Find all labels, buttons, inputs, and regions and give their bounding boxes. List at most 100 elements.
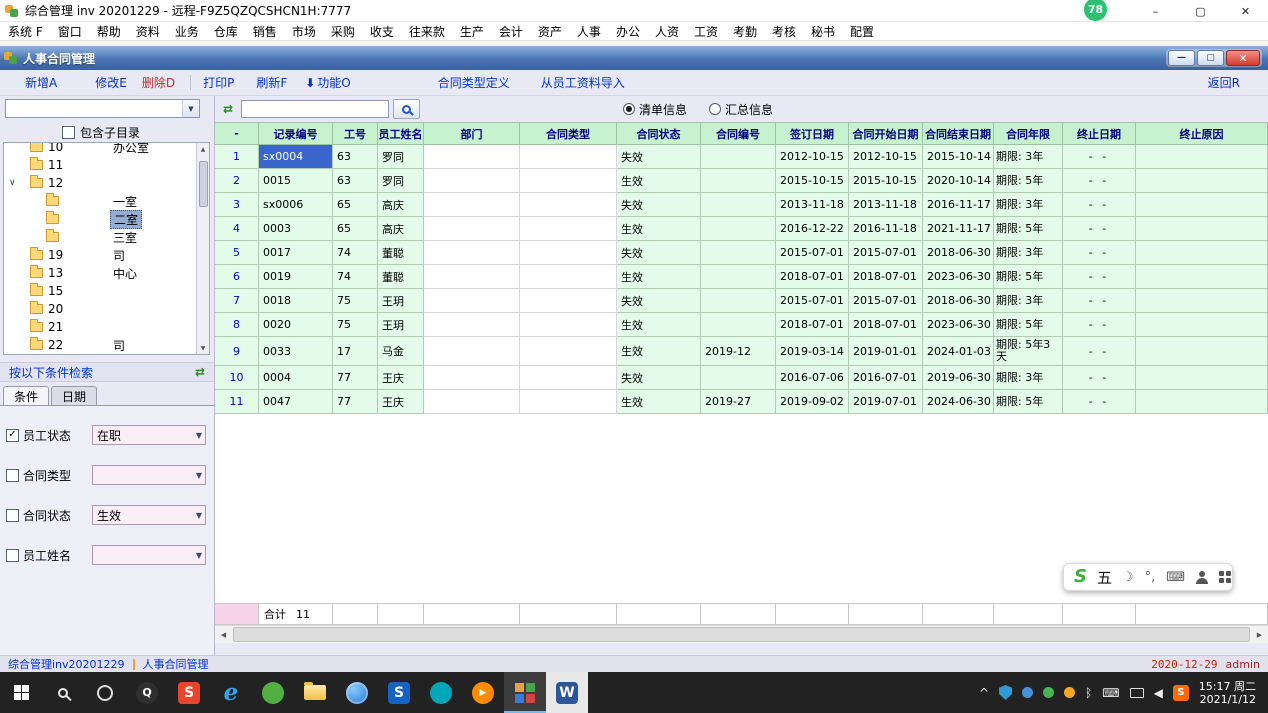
cell-status[interactable]: 生效	[617, 217, 701, 241]
list-info-radio[interactable]	[623, 103, 635, 115]
cell-num[interactable]: 11	[215, 390, 259, 414]
tree-item[interactable]: 19司	[4, 246, 195, 264]
sogou-ime-icon[interactable]: S	[168, 672, 210, 713]
table-row[interactable]: 5001774董聪失效2015-07-012015-07-012018-06-3…	[215, 241, 1268, 265]
column-header[interactable]: 工号	[333, 122, 378, 145]
cell-term[interactable]: 期限: 5年	[994, 265, 1063, 289]
minimize-button[interactable]: –	[1133, 0, 1178, 22]
contract-type-def-button[interactable]: 合同类型定义	[438, 74, 510, 91]
expander-icon[interactable]: ∨	[9, 178, 16, 188]
cell-record[interactable]: 0047	[259, 390, 333, 414]
cell-name[interactable]: 王玥	[378, 313, 424, 337]
cell-num[interactable]: 3	[215, 193, 259, 217]
scroll-down-icon[interactable]: ▼	[201, 342, 206, 354]
inner-close-button[interactable]: ✕	[1226, 50, 1260, 66]
table-row[interactable]: 6001974董聪生效2018-07-012018-07-012023-06-3…	[215, 265, 1268, 289]
cell-status[interactable]: 失效	[617, 241, 701, 265]
swap-arrows-icon[interactable]: ⇄	[195, 365, 205, 379]
cell-start_date[interactable]: 2012-10-15	[849, 145, 923, 169]
hscroll-thumb[interactable]	[233, 627, 1250, 642]
cell-end_date[interactable]: 2018-06-30	[923, 241, 994, 265]
cell-start_date[interactable]: 2015-07-01	[849, 241, 923, 265]
cell-stop_date[interactable]: - -	[1063, 145, 1136, 169]
cell-emp_no[interactable]: 77	[333, 366, 378, 390]
cell-dept[interactable]	[424, 145, 520, 169]
cell-term[interactable]: 期限: 3年	[994, 145, 1063, 169]
cell-reason[interactable]	[1136, 169, 1268, 193]
cell-start_date[interactable]: 2019-07-01	[849, 390, 923, 414]
cell-stop_date[interactable]: - -	[1063, 337, 1136, 366]
cell-name[interactable]: 罗同	[378, 169, 424, 193]
punctuation-icon[interactable]: °,	[1145, 570, 1156, 585]
column-header[interactable]: 终止原因	[1136, 122, 1268, 145]
cell-sign_date[interactable]: 2018-07-01	[776, 313, 849, 337]
tree-scrollbar[interactable]: ▲ ▼	[196, 143, 209, 354]
cell-reason[interactable]	[1136, 193, 1268, 217]
cell-type[interactable]	[520, 217, 617, 241]
menu-item[interactable]: 生产	[460, 23, 484, 40]
cell-contract_no[interactable]	[701, 169, 776, 193]
taskbar-clock[interactable]: 15:17 周二 2021/1/12	[1199, 680, 1260, 706]
condition-select[interactable]: 生效▼	[92, 505, 206, 525]
cell-status[interactable]: 失效	[617, 366, 701, 390]
cell-end_date[interactable]: 2018-06-30	[923, 289, 994, 313]
column-header[interactable]: 合同编号	[701, 122, 776, 145]
cell-sign_date[interactable]: 2015-07-01	[776, 289, 849, 313]
meeting-app-icon[interactable]	[420, 672, 462, 713]
back-button[interactable]: 返回R	[1208, 74, 1240, 91]
status-orange-icon[interactable]	[1064, 687, 1075, 698]
chevron-down-icon[interactable]: ▼	[182, 100, 199, 117]
cell-stop_date[interactable]: - -	[1063, 193, 1136, 217]
menu-item[interactable]: 业务	[175, 23, 199, 40]
menu-item[interactable]: 仓库	[214, 23, 238, 40]
menu-item[interactable]: 窗口	[58, 23, 82, 40]
search-input[interactable]	[241, 100, 389, 118]
table-row[interactable]: 10000477王庆失效2016-07-062016-07-012019-06-…	[215, 366, 1268, 390]
column-header[interactable]: 合同年限	[994, 122, 1063, 145]
cell-status[interactable]: 失效	[617, 289, 701, 313]
cell-term[interactable]: 期限: 5年	[994, 217, 1063, 241]
cell-type[interactable]	[520, 313, 617, 337]
cell-record[interactable]: 0020	[259, 313, 333, 337]
include-subdir-checkbox[interactable]	[62, 126, 75, 139]
cell-status[interactable]: 生效	[617, 313, 701, 337]
cell-reason[interactable]	[1136, 313, 1268, 337]
statusbar-tab-main[interactable]: 综合管理inv20201229	[8, 656, 125, 672]
cell-emp_no[interactable]: 75	[333, 289, 378, 313]
cell-end_date[interactable]: 2016-11-17	[923, 193, 994, 217]
inner-restore-button[interactable]: ▢	[1197, 50, 1224, 66]
cell-num[interactable]: 10	[215, 366, 259, 390]
cell-name[interactable]: 董聪	[378, 265, 424, 289]
scroll-right-icon[interactable]: ▶	[1251, 626, 1268, 644]
tree-item[interactable]: 11	[4, 156, 195, 174]
cell-dept[interactable]	[424, 217, 520, 241]
cell-contract_no[interactable]	[701, 366, 776, 390]
cell-emp_no[interactable]: 75	[333, 313, 378, 337]
column-header[interactable]: -	[215, 122, 259, 145]
tree-item[interactable]: 22司	[4, 336, 195, 354]
function-button[interactable]: 功能O	[317, 74, 350, 91]
search-icon[interactable]	[42, 672, 84, 713]
cell-record[interactable]: 0019	[259, 265, 333, 289]
menu-item[interactable]: 资产	[538, 23, 562, 40]
cell-name[interactable]: 董聪	[378, 241, 424, 265]
cell-start_date[interactable]: 2018-07-01	[849, 313, 923, 337]
cell-reason[interactable]	[1136, 145, 1268, 169]
print-button[interactable]: 打印P	[203, 74, 234, 91]
menu-item[interactable]: 会计	[499, 23, 523, 40]
cell-contract_no[interactable]	[701, 289, 776, 313]
cell-contract_no[interactable]	[701, 241, 776, 265]
cell-emp_no[interactable]: 77	[333, 390, 378, 414]
close-button[interactable]: ✕	[1223, 0, 1268, 22]
toolbox-icon[interactable]	[1219, 571, 1231, 583]
table-row[interactable]: 9003317马金生效2019-122019-03-142019-01-0120…	[215, 337, 1268, 366]
defender-shield-icon[interactable]	[999, 685, 1012, 700]
cell-type[interactable]	[520, 241, 617, 265]
condition-checkbox[interactable]: ✓	[6, 429, 19, 442]
cell-type[interactable]	[520, 193, 617, 217]
ime-indicator-icon[interactable]: ⌨	[1102, 686, 1119, 700]
cell-num[interactable]: 8	[215, 313, 259, 337]
cell-name[interactable]: 高庆	[378, 217, 424, 241]
media-player-icon[interactable]: ▶	[462, 672, 504, 713]
qq-icon[interactable]: Q	[126, 672, 168, 713]
